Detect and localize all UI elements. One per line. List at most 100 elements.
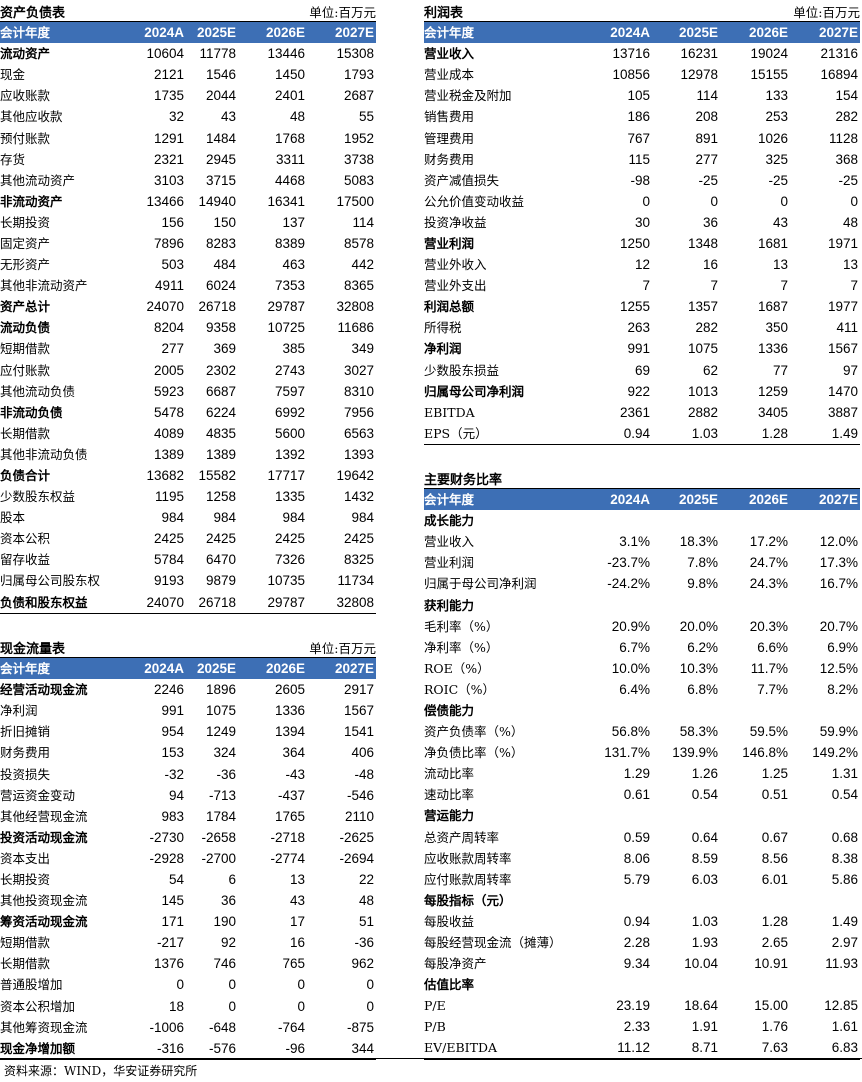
cell-value: 3405 bbox=[757, 404, 788, 420]
cell-value: 1291 bbox=[153, 130, 184, 146]
cell-value: 9193 bbox=[153, 573, 184, 589]
cell-value: 4468 bbox=[274, 172, 305, 188]
table-row: 应付账款 2005 2302 2743 3027 bbox=[0, 360, 376, 381]
cell-value: 97 bbox=[842, 362, 858, 378]
cell-value: 1376 bbox=[153, 956, 184, 972]
cell-value: 13682 bbox=[146, 468, 184, 484]
cell-value: 368 bbox=[835, 151, 858, 167]
row-label: 少数股东损益 bbox=[424, 362, 500, 378]
cell-value: 1567 bbox=[343, 703, 374, 719]
table-row: 公允价值变动收益 0 0 0 0 bbox=[424, 191, 860, 212]
cell-value: 1450 bbox=[274, 67, 305, 83]
cell-value: 48 bbox=[842, 214, 858, 230]
cell-value: 94 bbox=[168, 787, 184, 803]
table-row: 其他流动负债 5923 6687 7597 8310 bbox=[0, 381, 376, 402]
row-label: 获利能力 bbox=[424, 597, 475, 613]
cell-value: 23.19 bbox=[616, 998, 650, 1014]
table-row: 归属于母公司净利润 -24.2% 9.8% 24.3% 16.7% bbox=[424, 573, 860, 594]
row-label: 短期借款 bbox=[0, 341, 51, 357]
cashflow-title: 现金流量表 bbox=[0, 642, 66, 657]
row-label: 净利率（%） bbox=[424, 639, 499, 655]
cell-value bbox=[790, 974, 860, 995]
cell-value: 0 bbox=[710, 193, 718, 209]
cell-value: 6687 bbox=[205, 383, 236, 399]
cell-value: 18.3% bbox=[679, 534, 718, 550]
cell-value: 11686 bbox=[337, 320, 374, 336]
table-row: 速动比率 0.61 0.54 0.51 0.54 bbox=[424, 784, 860, 805]
income-panel: 利润表 单位:百万元 会计年度 2024A 2025E 2026E 2027E 营业收入 1… bbox=[424, 0, 860, 445]
cell-value: 10725 bbox=[267, 320, 305, 336]
cell-value: 10604 bbox=[146, 46, 184, 62]
cell-value: 48 bbox=[289, 109, 305, 125]
cell-value bbox=[790, 594, 860, 615]
table-row: 营业利润 1250 1348 1681 1971 bbox=[424, 233, 860, 254]
table-row: 投资损失 -32 -36 -43 -48 bbox=[0, 763, 376, 784]
cell-value: 1259 bbox=[757, 383, 788, 399]
cell-value: 1.29 bbox=[623, 766, 650, 782]
cell-value: -764 bbox=[277, 1019, 305, 1035]
row-label: 资本支出 bbox=[0, 850, 51, 866]
cell-value: 58.3% bbox=[679, 724, 718, 740]
column-header-label: 会计年度 bbox=[424, 22, 584, 44]
cell-value: 13446 bbox=[267, 46, 305, 62]
cell-value: 8325 bbox=[343, 552, 374, 568]
table-row: 非流动负债 5478 6224 6992 7956 bbox=[0, 402, 376, 423]
cell-value: 12.85 bbox=[824, 998, 858, 1014]
row-label: 流动比率 bbox=[424, 766, 475, 782]
cell-value: 9879 bbox=[205, 573, 236, 589]
cell-value: 7896 bbox=[153, 235, 184, 251]
cell-value: 8283 bbox=[205, 235, 236, 251]
row-label: 筹资活动现金流 bbox=[0, 914, 88, 930]
row-label: 少数股东权益 bbox=[0, 489, 76, 505]
table-row: 其他经营现金流 983 1784 1765 2110 bbox=[0, 806, 376, 827]
cell-value: 1793 bbox=[343, 67, 374, 83]
row-label: EV/EBITDA bbox=[424, 1037, 584, 1060]
cell-value: 2110 bbox=[344, 808, 374, 824]
table-row: ROE（%） 10.0% 10.3% 11.7% 12.5% bbox=[424, 658, 860, 679]
cell-value: 0.94 bbox=[623, 913, 650, 929]
row-label: 应付账款周转率 bbox=[424, 871, 512, 887]
table-row: 估值比率 bbox=[424, 974, 860, 995]
row-label: 营业收入 bbox=[424, 534, 475, 550]
cell-value: -25 bbox=[838, 172, 858, 188]
table-row: 净利润 991 1075 1336 1567 bbox=[0, 700, 376, 721]
cell-value: 3311 bbox=[275, 151, 305, 167]
table-row: 留存收益 5784 6470 7326 8325 bbox=[0, 549, 376, 570]
table-row: 成长能力 bbox=[424, 510, 860, 531]
cell-value: 6.6% bbox=[757, 639, 788, 655]
row-label: ROE（%） bbox=[424, 660, 490, 676]
row-label: 每股净资产 bbox=[424, 956, 487, 972]
cell-value: 1952 bbox=[343, 130, 374, 146]
cell-value: 16 bbox=[702, 257, 718, 273]
cell-value bbox=[584, 510, 652, 531]
cell-value: 2917 bbox=[343, 682, 374, 698]
table-row: 长期借款 4089 4835 5600 6563 bbox=[0, 423, 376, 444]
row-label: 归属母公司股东权 bbox=[0, 573, 101, 589]
cell-value: 767 bbox=[627, 130, 650, 146]
row-label: 每股指标（元） bbox=[424, 892, 512, 908]
table-row: 其他筹资现金流 -1006 -648 -764 -875 bbox=[0, 1017, 376, 1038]
cell-value: 17.2% bbox=[749, 534, 788, 550]
cell-value: 12.5% bbox=[819, 660, 858, 676]
row-label: 归属于母公司净利润 bbox=[424, 576, 537, 592]
cell-value: 1567 bbox=[827, 341, 858, 357]
cell-value: 6992 bbox=[274, 404, 305, 420]
row-label: 估值比率 bbox=[424, 977, 475, 993]
cell-value: 8.38 bbox=[831, 850, 858, 866]
cell-value: 2.65 bbox=[761, 935, 788, 951]
cell-value: -25 bbox=[698, 172, 718, 188]
cell-value: 149.2% bbox=[812, 745, 858, 761]
cell-value: 59.9% bbox=[819, 724, 858, 740]
cell-value: 0 bbox=[642, 193, 650, 209]
cell-value: 8.59 bbox=[691, 850, 718, 866]
row-label: 所得税 bbox=[424, 320, 462, 336]
cell-value: 9.8% bbox=[687, 576, 718, 592]
cell-value: 7.7% bbox=[757, 681, 788, 697]
cell-value: 8578 bbox=[343, 235, 374, 251]
cell-value: 350 bbox=[765, 320, 788, 336]
cell-value: 3027 bbox=[343, 362, 374, 378]
cell-value: 1389 bbox=[153, 446, 184, 462]
cell-value: 1195 bbox=[154, 489, 184, 505]
column-header-year: 2025E bbox=[652, 489, 720, 511]
table-row: 应付账款周转率 5.79 6.03 6.01 5.86 bbox=[424, 869, 860, 890]
